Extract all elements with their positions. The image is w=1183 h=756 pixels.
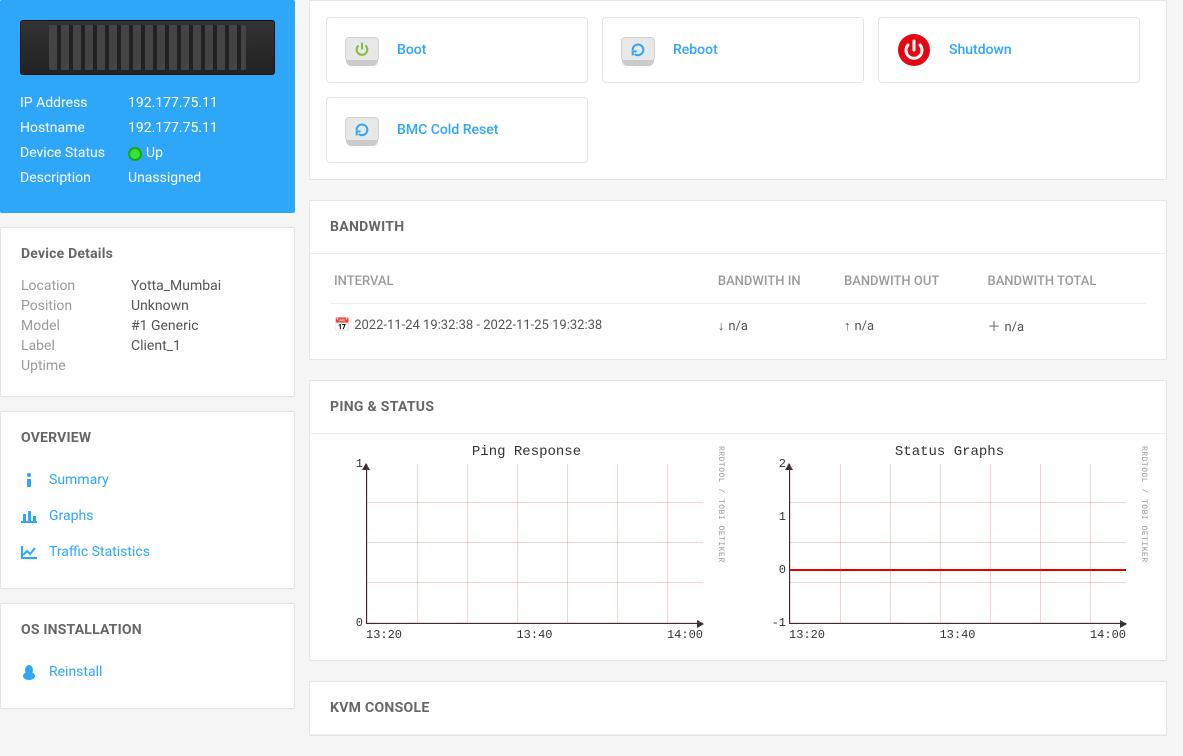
- boot-button[interactable]: Boot: [326, 17, 588, 83]
- bw-total: n/a: [1005, 320, 1025, 335]
- linechart-icon: [21, 546, 37, 559]
- devstatus-text: Up: [146, 143, 163, 164]
- server-image: [20, 20, 275, 75]
- position-value: Unknown: [131, 298, 189, 314]
- bw-interval: 2022-11-24 19:32:38 - 2022-11-25 19:32:3…: [354, 318, 602, 333]
- labelfield-label: Label: [21, 338, 131, 354]
- overview-panel: OVERVIEW Summary Graphs: [0, 411, 295, 589]
- labelfield-value: Client_1: [131, 338, 181, 354]
- location-label: Location: [21, 278, 131, 294]
- shutdown-icon: [897, 33, 931, 67]
- uptime-label: Uptime: [21, 358, 131, 374]
- overview-title: OVERVIEW: [21, 430, 274, 446]
- status-dot-icon: [128, 147, 142, 161]
- bmc-label: BMC Cold Reset: [397, 122, 498, 138]
- chart-status-graphs: Status Graphs RRDTOOL / TOBI OETIKER -10…: [753, 444, 1146, 642]
- boot-label: Boot: [397, 42, 426, 58]
- model-value: #1 Generic: [131, 318, 199, 334]
- osinstall-item-reinstall[interactable]: Reinstall: [21, 654, 274, 690]
- device-details-title: Device Details: [21, 246, 274, 262]
- power-icon: [345, 37, 379, 63]
- reboot-label: Reboot: [673, 42, 718, 58]
- ping-status-title: PING & STATUS: [310, 381, 1166, 434]
- osinstall-title: OS INSTALLATION: [21, 622, 274, 638]
- location-value: Yotta_Mumbai: [131, 278, 221, 294]
- plus-icon: ＋: [987, 320, 1000, 335]
- reload-icon: [621, 37, 655, 63]
- bw-col-in: BANDWITH IN: [714, 264, 840, 304]
- bw-col-total: BANDWITH TOTAL: [983, 264, 1146, 304]
- desc-label: Description: [20, 168, 128, 189]
- axis-arrow-right-icon: [697, 620, 704, 628]
- x-ticks: 13:2013:4014:00: [366, 628, 703, 642]
- x-ticks: 13:2013:4014:00: [789, 628, 1126, 642]
- shutdown-label: Shutdown: [949, 42, 1012, 58]
- overview-item-traffic[interactable]: Traffic Statistics: [21, 534, 274, 570]
- devstatus-label: Device Status: [20, 143, 128, 164]
- status-line: [790, 569, 1126, 571]
- ip-value: 192.177.75.11: [128, 93, 275, 114]
- bandwidth-title: BANDWITH: [310, 201, 1166, 254]
- y-ticks: -1012: [758, 464, 786, 623]
- chart-ping-response: Ping Response RRDTOOL / TOBI OETIKER 01 …: [330, 444, 723, 642]
- overview-item-label: Graphs: [49, 508, 93, 524]
- info-icon: [21, 473, 37, 487]
- model-label: Model: [21, 318, 131, 334]
- table-row: 📅 2022-11-24 19:32:38 - 2022-11-25 19:32:…: [330, 304, 1146, 342]
- chart-title: Ping Response: [330, 444, 723, 460]
- actions-panel: Boot Reboot Shutdown: [309, 0, 1167, 180]
- osinstall-item-label: Reinstall: [49, 664, 102, 680]
- device-details-panel: Device Details LocationYotta_Mumbai Posi…: [0, 227, 295, 397]
- chart-plot-area: 01: [366, 464, 703, 624]
- reload-icon: [345, 117, 379, 143]
- overview-item-label: Traffic Statistics: [49, 544, 150, 560]
- axis-arrow-up-icon: [785, 463, 793, 470]
- bw-col-interval: INTERVAL: [330, 264, 714, 304]
- ip-label: IP Address: [20, 93, 128, 114]
- axis-arrow-up-icon: [362, 463, 370, 470]
- ping-status-panel: PING & STATUS Ping Response RRDTOOL / TO…: [309, 380, 1167, 661]
- hostname-value: 192.177.75.11: [128, 118, 275, 139]
- down-arrow-icon: ↓: [718, 319, 725, 334]
- y-ticks: 01: [335, 464, 363, 623]
- overview-item-label: Summary: [49, 472, 109, 488]
- desc-value: Unassigned: [128, 168, 275, 189]
- bandwidth-table: INTERVAL BANDWITH IN BANDWITH OUT BANDWI…: [330, 264, 1146, 341]
- kvm-panel: KVM CONSOLE: [309, 681, 1167, 736]
- hostname-label: Hostname: [20, 118, 128, 139]
- bmc-reset-button[interactable]: BMC Cold Reset: [326, 97, 588, 163]
- up-arrow-icon: ↑: [844, 319, 851, 334]
- rrdtool-watermark: RRDTOOL / TOBI OETIKER: [716, 446, 725, 563]
- barchart-icon: [21, 510, 37, 523]
- shutdown-button[interactable]: Shutdown: [878, 17, 1140, 83]
- device-summary-card: IP Address192.177.75.11 Hostname192.177.…: [0, 0, 295, 213]
- overview-item-summary[interactable]: Summary: [21, 462, 274, 498]
- devstatus-value: Up: [128, 143, 275, 164]
- bw-col-out: BANDWITH OUT: [840, 264, 983, 304]
- position-label: Position: [21, 298, 131, 314]
- chart-plot-area: -1012: [789, 464, 1126, 624]
- overview-item-graphs[interactable]: Graphs: [21, 498, 274, 534]
- reboot-button[interactable]: Reboot: [602, 17, 864, 83]
- chart-title: Status Graphs: [753, 444, 1146, 460]
- bw-out: n/a: [855, 319, 875, 334]
- calendar-icon: 📅: [334, 318, 350, 333]
- osinstall-panel: OS INSTALLATION Reinstall: [0, 603, 295, 709]
- kvm-title: KVM CONSOLE: [310, 682, 1166, 735]
- bandwidth-panel: BANDWITH INTERVAL BANDWITH IN BANDWITH O…: [309, 200, 1167, 360]
- rrdtool-watermark: RRDTOOL / TOBI OETIKER: [1139, 446, 1148, 563]
- axis-arrow-right-icon: [1120, 620, 1127, 628]
- bw-in: n/a: [728, 319, 748, 334]
- penguin-icon: [21, 664, 37, 680]
